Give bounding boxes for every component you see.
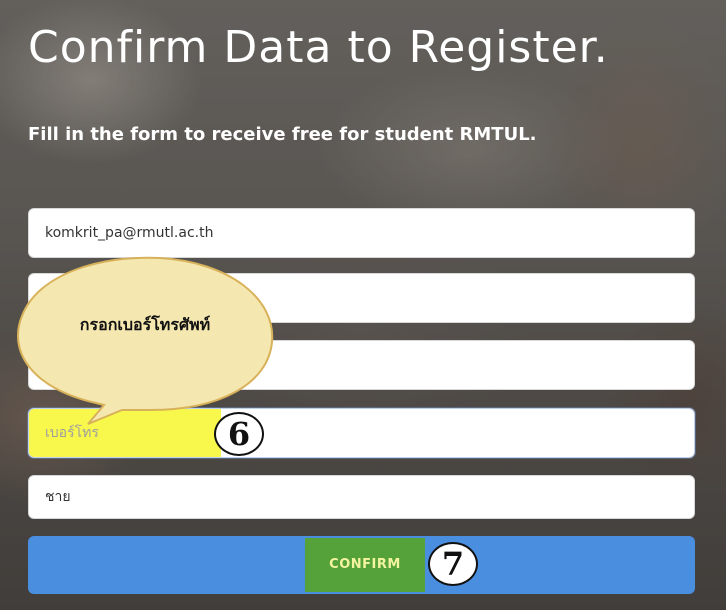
confirm-button[interactable]: CONFIRM: [28, 536, 695, 594]
callout-bubble-shape: [17, 256, 274, 425]
step-number-badge-6: 6: [214, 412, 264, 456]
page-subtitle: Fill in the form to receive free for stu…: [28, 124, 537, 145]
gender-select[interactable]: ชาย: [28, 475, 695, 519]
page-title: Confirm Data to Register.: [28, 22, 609, 73]
step-number-badge-7: 7: [428, 542, 478, 586]
confirm-button-label: CONFIRM: [305, 538, 425, 592]
callout-text: กรอกเบอร์โทรศัพท์: [79, 315, 211, 334]
